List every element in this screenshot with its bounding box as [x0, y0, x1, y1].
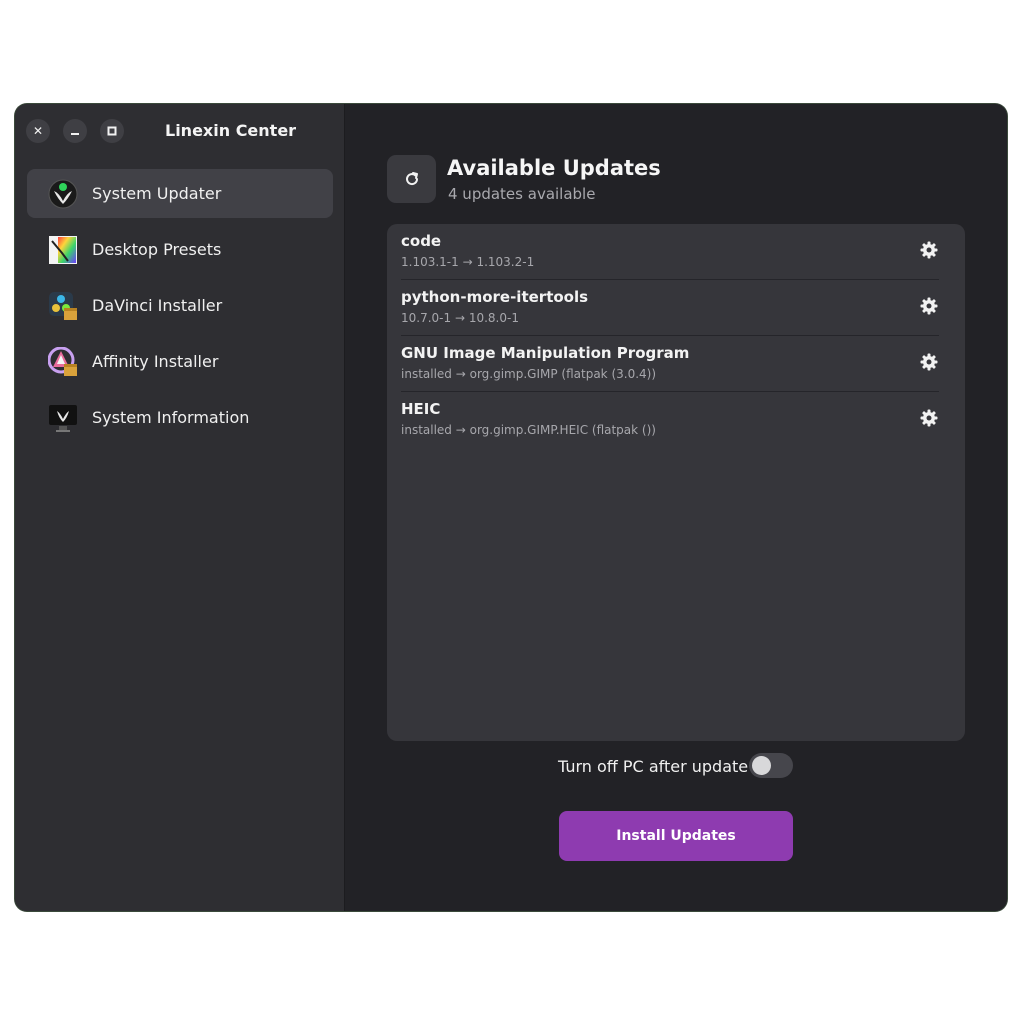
main-panel: Available Updates 4 updates available co… [345, 104, 1007, 911]
app-title: Linexin Center [165, 121, 297, 140]
sidebar-item-desktop-presets[interactable]: Desktop Presets [27, 225, 333, 274]
updates-list: code 1.103.1-1 → 1.103.2-1 python-more-i… [387, 224, 965, 741]
sidebar-item-label: System Updater [92, 184, 222, 203]
gear-icon [920, 353, 938, 371]
gear-icon [920, 297, 938, 315]
package-settings-button[interactable] [920, 297, 938, 315]
system-updater-icon [48, 179, 78, 209]
list-item: python-more-itertools 10.7.0-1 → 10.8.0-… [401, 280, 952, 336]
sidebar-item-affinity-installer[interactable]: Affinity Installer [27, 337, 333, 386]
shutdown-toggle[interactable] [749, 753, 793, 778]
affinity-installer-icon [47, 346, 78, 377]
package-version: 10.7.0-1 → 10.8.0-1 [401, 311, 519, 325]
package-name: GNU Image Manipulation Program [401, 344, 690, 362]
close-icon: ✕ [32, 124, 44, 138]
sidebar-item-label: Affinity Installer [92, 352, 219, 371]
updates-count: 4 updates available [448, 185, 596, 203]
sidebar-item-system-updater[interactable]: System Updater [27, 169, 333, 218]
package-name: python-more-itertools [401, 288, 589, 306]
sidebar-item-label: Desktop Presets [92, 240, 222, 259]
list-item: GNU Image Manipulation Program installed… [401, 336, 952, 392]
refresh-button[interactable] [387, 155, 436, 203]
close-window-button[interactable]: ✕ [26, 119, 50, 143]
desktop-presets-icon [48, 235, 78, 265]
package-name: code [401, 232, 442, 250]
davinci-installer-icon [48, 291, 78, 321]
system-information-icon [48, 403, 78, 433]
package-settings-button[interactable] [920, 409, 938, 427]
app-window: ✕ Linexin Center System Updater Desktop … [15, 104, 1007, 911]
package-version: installed → org.gimp.GIMP.HEIC (flatpak … [401, 423, 656, 437]
gear-icon [920, 241, 938, 259]
refresh-icon [405, 172, 418, 186]
page-title: Available Updates [447, 156, 661, 180]
minimize-icon [71, 133, 79, 135]
package-settings-button[interactable] [920, 353, 938, 371]
shutdown-toggle-label: Turn off PC after update [558, 757, 749, 776]
sidebar-item-davinci-installer[interactable]: DaVinci Installer [27, 281, 333, 330]
sidebar-item-label: System Information [92, 408, 250, 427]
gear-icon [920, 409, 938, 427]
sidebar-nav: System Updater Desktop Presets DaVinci I… [27, 169, 333, 449]
install-updates-button[interactable]: Install Updates [559, 811, 793, 861]
sidebar: ✕ Linexin Center System Updater Desktop … [15, 104, 345, 911]
maximize-window-button[interactable] [100, 119, 124, 143]
list-item: HEIC installed → org.gimp.GIMP.HEIC (fla… [401, 392, 952, 448]
toggle-knob [752, 756, 771, 775]
package-name: HEIC [401, 400, 441, 418]
package-version: installed → org.gimp.GIMP (flatpak (3.0.… [401, 367, 657, 381]
package-settings-button[interactable] [920, 241, 938, 259]
sidebar-item-label: DaVinci Installer [92, 296, 223, 315]
sidebar-item-system-information[interactable]: System Information [27, 393, 333, 442]
list-item: code 1.103.1-1 → 1.103.2-1 [401, 224, 952, 280]
minimize-window-button[interactable] [63, 119, 87, 143]
maximize-icon [107, 126, 117, 136]
package-version: 1.103.1-1 → 1.103.2-1 [401, 255, 535, 269]
